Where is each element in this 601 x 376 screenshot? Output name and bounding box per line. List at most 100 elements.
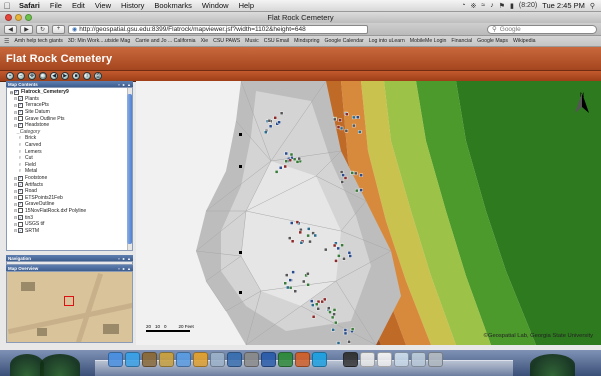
headstone-marker[interactable] [283,281,288,286]
headstone-marker[interactable] [350,171,354,175]
add-bookmark-button[interactable]: + [52,24,65,34]
menu-help[interactable]: Help [234,1,259,10]
layer-visibility-checkbox[interactable] [18,116,23,122]
bookmark-item[interactable]: Xie [201,38,209,44]
menu-history[interactable]: History [116,1,149,10]
headstone-marker[interactable] [278,166,283,170]
headstone-marker[interactable] [332,243,337,248]
downloads-icon[interactable] [411,352,426,367]
layer-row[interactable]: ⊟ ✓ Flatrock_Cemetery9 [9,89,126,96]
zoom-in-tool-icon[interactable]: + [6,72,14,80]
headstone-marker[interactable] [344,129,349,133]
headstone-marker[interactable] [332,308,337,312]
bookmark-item[interactable]: Google Maps [477,38,508,44]
headstone-marker[interactable] [316,306,320,311]
headstone-marker[interactable] [324,247,328,252]
bookmark-item[interactable]: Log into uLearn [369,38,405,44]
layer-row[interactable]: ⊟ ✓ SRTM [9,227,126,234]
headstone-marker[interactable] [284,273,289,277]
zoom-out-tool-icon[interactable]: − [17,72,25,80]
headstone-marker[interactable] [264,130,268,134]
url-field[interactable]: ◉ http://geospatial.gsu.edu:8399/Flatroc… [68,24,368,34]
menu-safari[interactable]: Safari [14,1,45,10]
headstone-marker[interactable] [290,239,295,244]
headstone-marker[interactable] [267,119,272,123]
spotlight-icon[interactable]: ⚲ [590,2,595,10]
menu-clock[interactable]: Tue 2:45 PM [542,1,585,10]
itunes-icon[interactable] [176,352,191,367]
headstone-marker[interactable] [338,118,342,122]
volume-icon[interactable]: ♪ [490,2,494,9]
headstone-marker[interactable] [308,239,312,244]
headstone-marker[interactable] [284,151,288,156]
headstone-marker[interactable] [336,341,341,345]
headstone-marker[interactable] [343,176,348,180]
layer-row[interactable]: ⊟ USGS tif [9,221,126,228]
layer-visibility-checkbox[interactable]: ✓ [14,89,19,95]
headstone-marker[interactable] [273,116,277,120]
powerpoint-icon[interactable] [295,352,310,367]
map-view[interactable]: N 20 10 0 20 Feet ©Geospatial Lab, Georg… [136,81,601,345]
layer-visibility-checkbox[interactable] [18,221,23,227]
show-bookmarks-icon[interactable]: ☰ [4,38,9,45]
menu-view[interactable]: View [90,1,116,10]
headstone-marker[interactable] [337,254,341,258]
screenshot-icon[interactable] [394,352,409,367]
bookmark-item[interactable]: 3D: Min Work....utside Mag [68,38,130,44]
bookmark-item[interactable]: MobileMe Login [410,38,447,44]
measure-tool-icon[interactable]: ■ [72,72,80,80]
headstone-marker[interactable] [284,159,288,163]
panel-controls[interactable]: ▪ ▸ ▴ [118,256,133,261]
zoom-window-button[interactable] [25,14,32,21]
layer-visibility-checkbox[interactable]: ✓ [18,109,23,115]
layer-row[interactable]: ⊟ ✓ Headstone [9,122,126,129]
headstone-marker[interactable] [295,220,300,224]
headstone-marker[interactable] [302,279,306,284]
headstone-marker[interactable] [332,312,336,316]
headstone-marker[interactable] [277,120,281,124]
headstone-marker[interactable] [342,256,346,261]
bookmark-item[interactable]: Music [245,38,259,44]
back-button[interactable]: ◀ [4,24,17,34]
layer-row[interactable]: ⊟ ✓ Footstone [9,175,126,182]
layer-visibility-checkbox[interactable] [18,208,23,214]
layer-row[interactable]: ⊟ ✓ Road [9,188,126,195]
headstone-marker[interactable] [291,270,295,274]
panel-controls[interactable]: ▪ ▸ ▴ [118,82,133,87]
menu-file[interactable]: File [45,1,67,10]
overview-extent-box[interactable] [64,296,74,306]
close-window-button[interactable] [5,14,12,21]
headstone-marker[interactable] [340,243,344,247]
headstone-marker[interactable] [339,170,344,174]
system-preferences-icon[interactable] [244,352,259,367]
headstone-marker[interactable] [344,112,349,116]
headstone-marker[interactable] [350,327,355,331]
layer-row[interactable]: ⊟ ✓ Site Datum [9,109,126,116]
bookmark-item[interactable]: Mindspring [294,38,319,44]
keynote-icon[interactable] [227,352,242,367]
pan-tool-icon[interactable]: ✥ [28,72,36,80]
layer-visibility-checkbox[interactable]: ✓ [18,182,23,188]
layer-row[interactable]: ⊟ ✓ GraveOutline [9,201,126,208]
identify-tool-icon[interactable]: i [83,72,91,80]
headstone-marker[interactable] [311,314,316,319]
headstone-marker[interactable] [297,156,302,161]
headstone-marker[interactable] [292,157,297,161]
headstone-marker[interactable] [357,130,362,134]
headstone-marker[interactable] [330,315,335,320]
layer-visibility-checkbox[interactable]: ✓ [18,102,23,108]
full-extent-tool-icon[interactable]: ◯ [39,72,47,80]
word-icon[interactable] [261,352,276,367]
bookmark-item[interactable]: Wikipedia [513,38,536,44]
headstone-marker[interactable] [343,331,348,336]
layer-row[interactable]: ⊟ ✓ TerracePts [9,102,126,109]
iphoto-icon[interactable] [159,352,174,367]
bookmark-item[interactable]: Google Calendar [324,38,363,44]
bookmark-item[interactable]: Carrie and Jo ... California [135,38,195,44]
headstone-marker[interactable] [289,221,294,225]
safari-icon[interactable] [125,352,140,367]
headstone-marker[interactable] [279,111,284,115]
headstone-marker[interactable] [309,299,314,303]
finder-icon[interactable] [108,352,123,367]
headstone-marker[interactable] [334,259,338,263]
